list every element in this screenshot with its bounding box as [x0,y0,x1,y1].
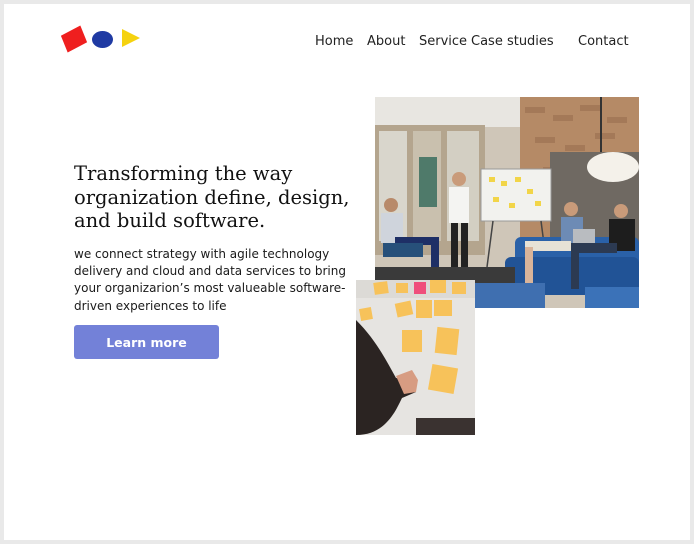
nav-home[interactable]: Home [315,34,353,49]
hero-title-line: Transforming the way [74,162,293,185]
sticky-notes-wall-photo [356,280,475,435]
office-team-meeting-photo [375,97,639,308]
hero-description-line: your organizarion’s most valueable softw… [74,281,346,296]
nav-about[interactable]: About [367,34,405,49]
page-frame: Home About Service Case studies Contact … [4,4,690,540]
hero-description-line: driven experiences to life [74,298,227,313]
nav-contact[interactable]: Contact [578,34,629,49]
hero-description: we connect strategy with agile technolog… [74,246,354,315]
hero-description-line: we connect strategy with agile technolog… [74,247,330,261]
learn-more-button[interactable]: Learn more [74,325,219,359]
hero-title: Transforming the way organization define… [74,162,364,233]
logo-blue-circle-icon [92,31,113,48]
hero-description-line: delivery and cloud and data services to … [74,264,346,279]
nav-case-studies[interactable]: Case studies [471,34,554,49]
logo-red-diamond-icon [60,25,88,53]
hero-title-line: organization define, design, [74,185,350,209]
logo[interactable] [58,25,150,60]
nav-service[interactable]: Service [419,34,467,49]
hero-title-line: and build software. [74,209,266,232]
logo-yellow-triangle-icon [122,29,140,47]
